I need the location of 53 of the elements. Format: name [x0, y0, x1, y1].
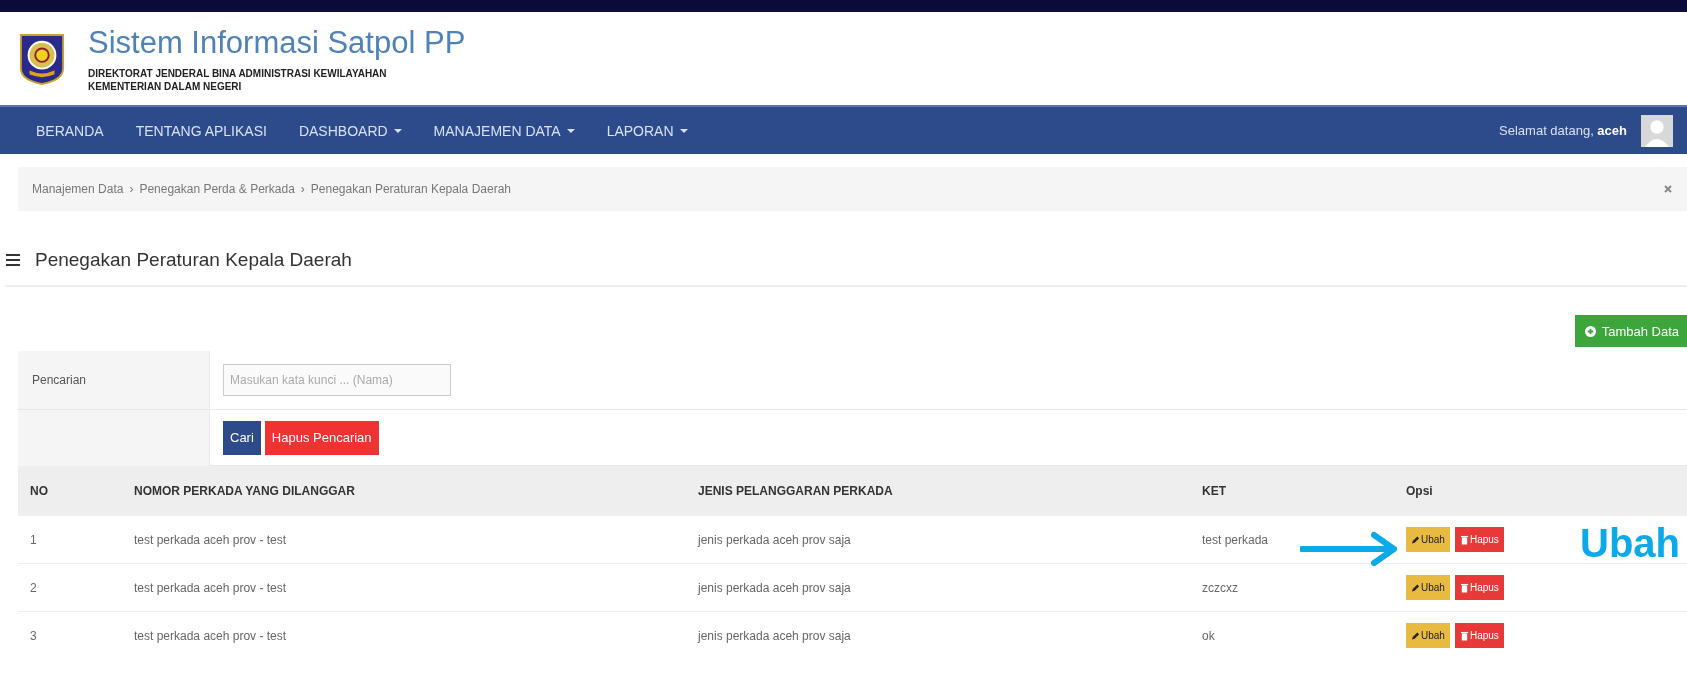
table-cell: ok — [1190, 611, 1394, 659]
welcome-text: Selamat datang, aceh — [1499, 123, 1627, 138]
table-cell: test perkada aceh prov - test — [122, 563, 686, 612]
table-cell: jenis perkada aceh prov saja — [686, 563, 1190, 612]
column-header: NOMOR PERKADA YANG DILANGGAR — [122, 466, 686, 516]
delete-button[interactable]: Hapus — [1454, 623, 1504, 648]
plus-circle-icon — [1584, 325, 1596, 337]
table-cell: test perkada — [1190, 515, 1394, 564]
column-header: Opsi — [1394, 466, 1687, 516]
edit-button[interactable]: Ubah — [1406, 575, 1450, 600]
trash-icon — [1459, 630, 1469, 641]
search-field[interactable]: Masukan kata kunci ... (Nama) — [223, 364, 451, 396]
search-button[interactable]: Cari — [223, 420, 261, 455]
search-button[interactable]: Hapus Pencarian — [264, 420, 379, 455]
search-label: Pencarian — [18, 351, 210, 410]
breadcrumb-separator: › — [300, 182, 305, 196]
organization-name: KEMENTERIAN DALAM NEGERI — [88, 79, 243, 93]
nav-menu-item[interactable]: LAPORAN — [590, 122, 704, 139]
column-header: KET — [1190, 466, 1394, 516]
table-cell: jenis perkada aceh prov saja — [686, 515, 1190, 564]
page-title: Penegakan Peraturan Kepala Daerah — [35, 249, 352, 271]
avatar-icon[interactable] — [1641, 114, 1673, 147]
table-cell: test perkada aceh prov - test — [122, 515, 686, 564]
organization-name: DIREKTORAT JENDERAL BINA ADMINISTRASI KEWILAYAHAN — [88, 66, 388, 80]
annotation-label: Ubah — [1580, 523, 1680, 563]
menu-icon — [5, 253, 21, 267]
table-cell: 2 — [18, 563, 122, 612]
pencil-icon — [1411, 534, 1420, 545]
pencil-icon — [1411, 630, 1420, 641]
column-header: JENIS PELANGGARAN PERKADA — [686, 466, 1190, 516]
table-cell: zczcxz — [1190, 563, 1394, 612]
delete-button[interactable]: Hapus — [1454, 575, 1504, 600]
nav-menu-item[interactable]: TENTANG APLIKASI — [119, 122, 283, 139]
breadcrumb-link[interactable]: Penegakan Peraturan Kepala Daerah — [310, 182, 511, 196]
delete-button[interactable]: Hapus — [1454, 527, 1504, 552]
app-title: Sistem Informasi Satpol PP — [88, 24, 466, 61]
column-header: NO — [18, 466, 122, 516]
nav-menu-item[interactable]: MANAJEMEN DATA — [417, 122, 591, 139]
nav-menu-item[interactable]: DASHBOARD — [282, 122, 418, 139]
table-cell: test perkada aceh prov - test — [122, 611, 686, 659]
edit-button[interactable]: Ubah — [1406, 527, 1450, 552]
trash-icon — [1459, 534, 1469, 545]
breadcrumb-separator: › — [129, 182, 134, 196]
pencil-icon — [1411, 582, 1420, 593]
table-cell: 1 — [18, 515, 122, 564]
table-cell: jenis perkada aceh prov saja — [686, 611, 1190, 659]
trash-icon — [1459, 582, 1469, 593]
edit-button[interactable]: Ubah — [1406, 623, 1450, 648]
breadcrumb-link[interactable]: Penegakan Perda & Perkada — [139, 182, 295, 196]
table-cell: 3 — [18, 611, 122, 659]
close-icon[interactable] — [1663, 184, 1673, 194]
breadcrumb-link[interactable]: Manajemen Data — [32, 182, 124, 196]
nav-menu-item[interactable]: BERANDA — [20, 122, 120, 139]
